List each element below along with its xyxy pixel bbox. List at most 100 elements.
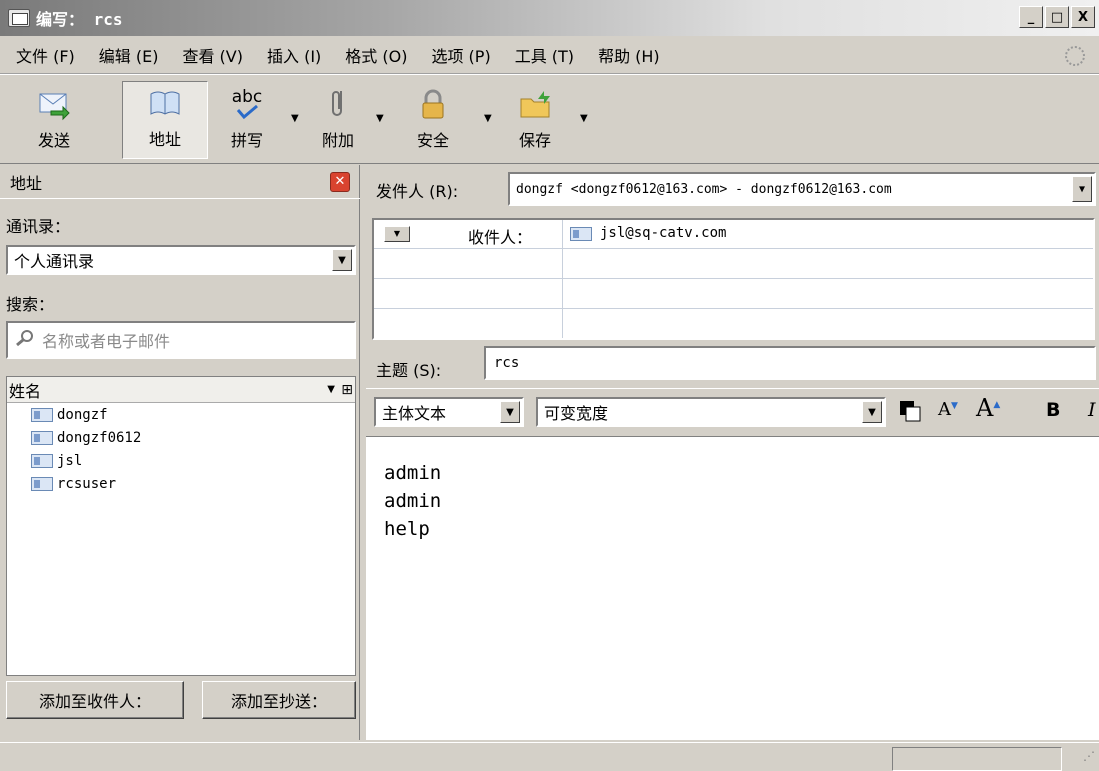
- spell-dropdown-icon[interactable]: ▼: [291, 113, 299, 124]
- contact-item[interactable]: jsl: [7, 449, 355, 472]
- body-line: help: [384, 518, 430, 540]
- menu-format[interactable]: 格式 (O): [345, 43, 407, 67]
- contact-item[interactable]: dongzf: [7, 403, 355, 426]
- column-header-name[interactable]: 姓名 ▼ ⊞: [7, 377, 355, 403]
- close-button[interactable]: X: [1071, 6, 1095, 28]
- menu-view[interactable]: 查看 (V): [182, 43, 243, 67]
- maximize-button[interactable]: □: [1045, 6, 1069, 28]
- window-title: 编写： rcs: [36, 10, 123, 29]
- lock-icon: [416, 87, 450, 121]
- contact-name: rcsuser: [57, 475, 117, 492]
- menu-options[interactable]: 选项 (P): [431, 43, 490, 67]
- save-folder-icon: [518, 87, 552, 121]
- spell-button[interactable]: abc 拼写: [216, 81, 278, 159]
- chevron-down-icon[interactable]: ▼: [862, 401, 882, 423]
- attach-button[interactable]: 附加: [308, 81, 368, 159]
- paragraph-style-select[interactable]: 主体文本 ▼: [374, 397, 524, 427]
- address-book-select[interactable]: 个人通讯录 ▼: [6, 245, 356, 275]
- spell-label: 拼写: [230, 131, 263, 150]
- subject-input[interactable]: rcs: [484, 346, 1096, 380]
- chevron-down-icon[interactable]: ▼: [332, 249, 352, 271]
- recipient-type-dropdown-icon[interactable]: ▼: [384, 226, 410, 242]
- paperclip-icon: [321, 87, 355, 121]
- send-button[interactable]: 发送: [14, 81, 94, 159]
- attach-dropdown-icon[interactable]: ▼: [376, 113, 384, 124]
- search-placeholder: 名称或者电子邮件: [42, 332, 171, 351]
- body-line: admin: [384, 462, 442, 484]
- address-book-icon: [148, 86, 182, 120]
- attach-label: 附加: [321, 131, 354, 150]
- recipient-row-empty[interactable]: [374, 280, 1093, 309]
- spellcheck-icon: abc: [230, 87, 264, 121]
- contact-card-icon: [31, 430, 53, 445]
- column-header-label: 姓名: [9, 381, 42, 401]
- recipient-type: 收件人：: [468, 228, 533, 247]
- contact-name: jsl: [57, 452, 83, 469]
- address-book-value: 个人通讯录: [14, 252, 95, 271]
- decrease-font-size-icon[interactable]: A▼: [938, 399, 958, 420]
- font-value: 可变宽度: [544, 404, 609, 423]
- recipient-grid: ▼ 收件人： jsl@sq-catv.com: [372, 218, 1095, 340]
- text-color-icon[interactable]: [898, 399, 924, 425]
- menu-edit[interactable]: 编辑 (E): [99, 43, 159, 67]
- from-label: 发件人 (R):: [376, 182, 459, 201]
- activity-throbber-icon: [1065, 46, 1085, 66]
- save-dropdown-icon[interactable]: ▼: [580, 113, 588, 124]
- title-bar: 编写： rcs _ □ X: [0, 0, 1099, 36]
- italic-button[interactable]: I: [1088, 399, 1096, 421]
- menu-insert[interactable]: 插入 (I): [267, 43, 321, 67]
- format-toolbar: 主体文本 ▼ 可变宽度 ▼ A▼ A▲ B I: [366, 388, 1099, 434]
- menu-tools[interactable]: 工具 (T): [515, 43, 574, 67]
- message-body-editor[interactable]: admin admin help: [366, 436, 1099, 740]
- contact-card-icon: [31, 476, 53, 491]
- from-select[interactable]: dongzf <dongzf0612@163.com> - dongzf0612…: [508, 172, 1096, 206]
- chevron-down-icon[interactable]: ▼: [500, 401, 520, 423]
- recipient-row-empty[interactable]: [374, 310, 1093, 339]
- recipient-row[interactable]: ▼ 收件人： jsl@sq-catv.com: [374, 220, 1093, 249]
- address-button[interactable]: 地址: [122, 81, 208, 159]
- column-picker-icon[interactable]: ⊞: [341, 382, 353, 398]
- menu-bar: 文件 (F) 编辑 (E) 查看 (V) 插入 (I) 格式 (O) 选项 (P…: [0, 36, 1099, 74]
- send-label: 发送: [37, 131, 70, 150]
- save-label: 保存: [518, 131, 551, 150]
- address-book-label: 通讯录：: [6, 217, 71, 236]
- recipient-row-empty[interactable]: [374, 250, 1093, 279]
- save-button[interactable]: 保存: [502, 81, 568, 159]
- bold-button[interactable]: B: [1046, 399, 1060, 421]
- toolbar: 发送 地址 abc 拼写 ▼ 附加 ▼ 安全 ▼ 保存 ▼: [0, 74, 1099, 164]
- security-dropdown-icon[interactable]: ▼: [484, 113, 492, 124]
- paragraph-style-value: 主体文本: [382, 404, 447, 423]
- add-to-recipient-button[interactable]: 添加至收件人：: [6, 681, 184, 719]
- status-panel: [892, 747, 1062, 771]
- contact-name: dongzf: [57, 406, 108, 423]
- contact-card-icon: [570, 227, 592, 241]
- add-to-cc-button[interactable]: 添加至抄送：: [202, 681, 356, 719]
- compose-app-icon: [8, 9, 30, 27]
- close-pane-icon[interactable]: ✕: [330, 172, 350, 192]
- minimize-button[interactable]: _: [1019, 6, 1043, 28]
- chevron-down-icon[interactable]: ▼: [1072, 176, 1092, 202]
- contact-list: 姓名 ▼ ⊞ dongzf dongzf0612 jsl rcsuser: [6, 376, 356, 676]
- search-input[interactable]: 名称或者电子邮件: [6, 321, 356, 359]
- resize-grip-icon[interactable]: ⋰: [1083, 749, 1095, 763]
- contact-card-icon: [31, 407, 53, 422]
- address-pane-header: 地址 ✕: [0, 165, 360, 199]
- menu-file[interactable]: 文件 (F): [16, 43, 75, 67]
- menu-help[interactable]: 帮助 (H): [598, 43, 660, 67]
- recipient-address[interactable]: jsl@sq-catv.com: [600, 225, 726, 241]
- search-label: 搜索：: [6, 295, 55, 314]
- contact-item[interactable]: dongzf0612: [7, 426, 355, 449]
- font-select[interactable]: 可变宽度 ▼: [536, 397, 886, 427]
- status-bar: ⋰: [0, 742, 1099, 771]
- address-pane-title: 地址: [10, 173, 43, 193]
- send-icon: [37, 87, 71, 121]
- increase-font-size-icon[interactable]: A▲: [976, 394, 1000, 422]
- contact-card-icon: [31, 453, 53, 468]
- subject-label: 主题 (S):: [376, 361, 442, 380]
- security-button[interactable]: 安全: [398, 81, 468, 159]
- address-label: 地址: [148, 130, 181, 149]
- contact-item[interactable]: rcsuser: [7, 472, 355, 495]
- address-pane: 地址 ✕ 通讯录： 个人通讯录 ▼ 搜索： 名称或者电子邮件 姓名 ▼ ⊞ do…: [0, 165, 360, 740]
- sort-dropdown-icon[interactable]: ▼: [327, 384, 335, 395]
- from-value: dongzf <dongzf0612@163.com> - dongzf0612…: [516, 181, 892, 197]
